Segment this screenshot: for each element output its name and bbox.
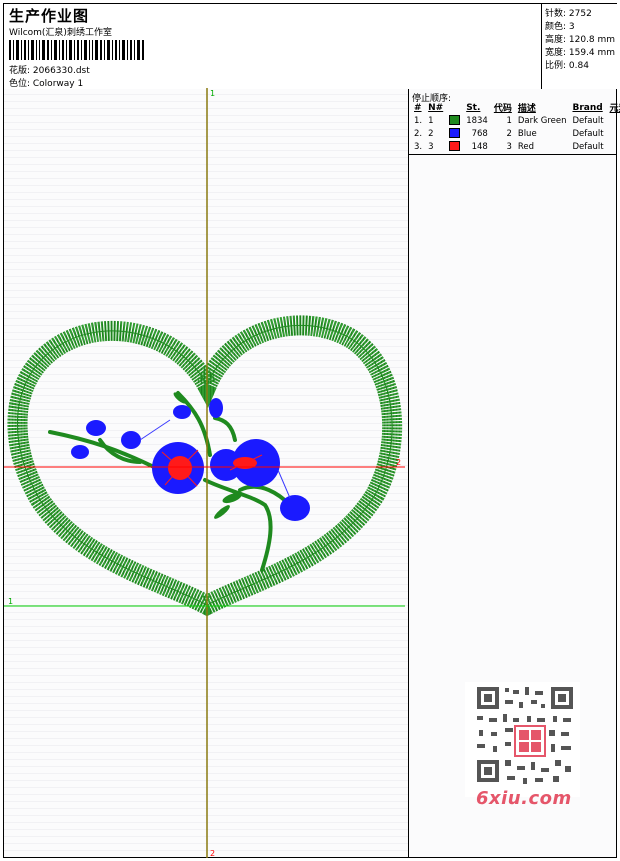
qr-code-icon [465,682,580,797]
guide-label-right: 2 [396,458,401,467]
blue-flowers [71,398,310,521]
watermark-brand: 6xiu.com [476,788,572,809]
guide-label-left: 1 [8,597,13,606]
guide-label-top: 1 [210,89,215,98]
heart-border [7,315,403,617]
guide-label-bottom: 2 [210,849,215,858]
